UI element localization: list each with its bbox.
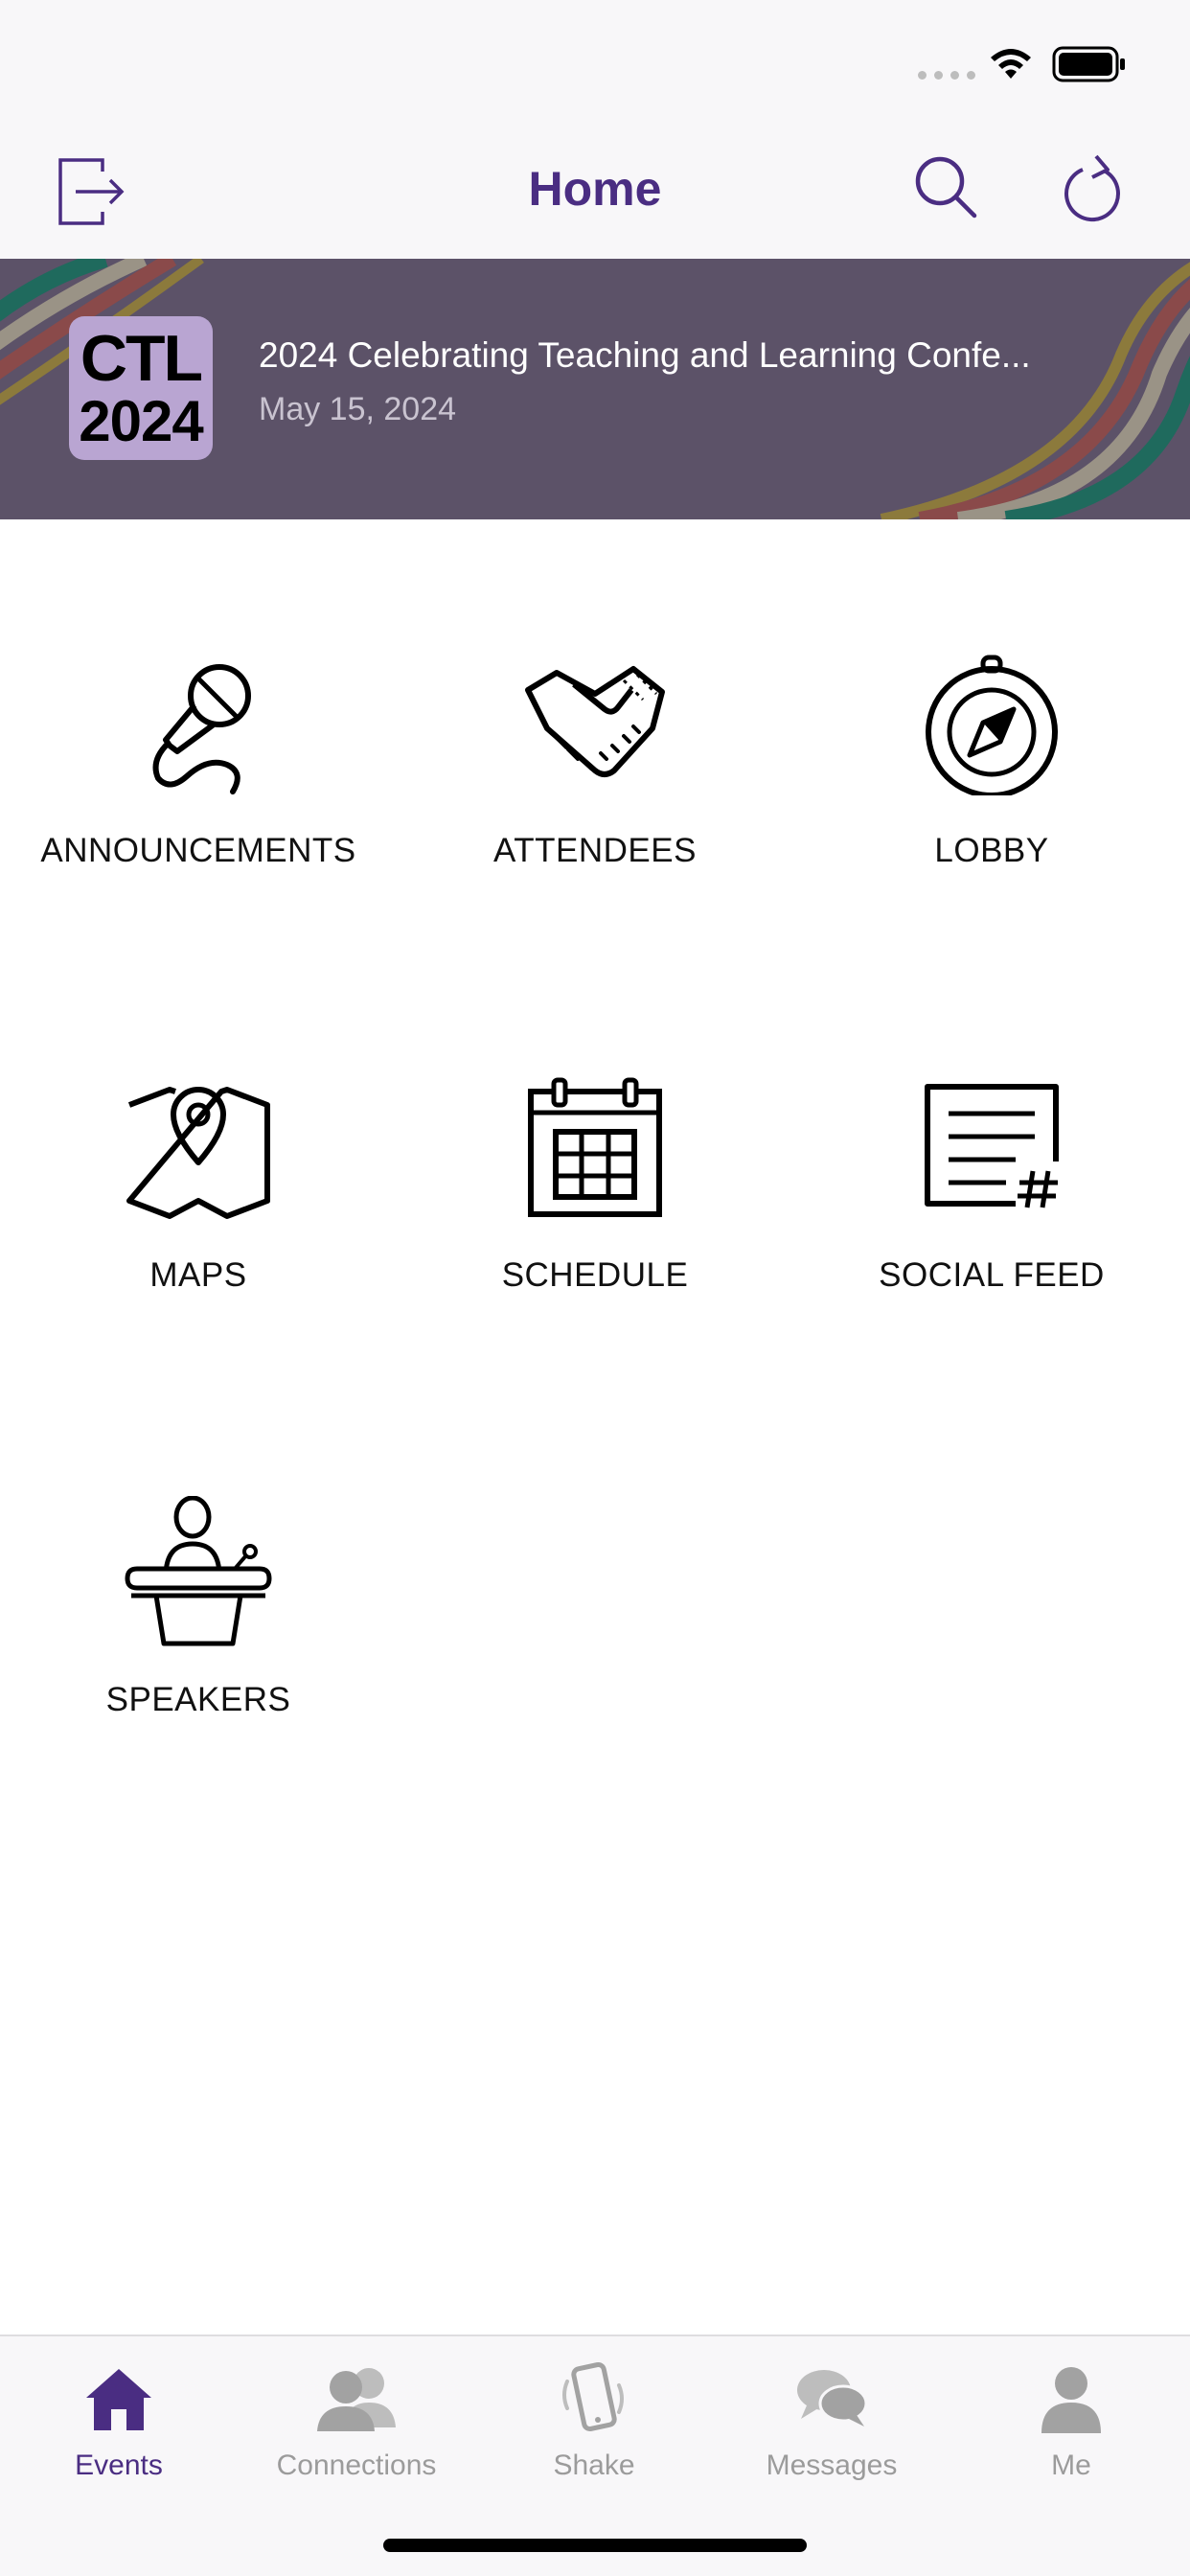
tile-label: SOCIAL FEED xyxy=(879,1256,1105,1294)
chat-bubbles-icon xyxy=(797,2370,868,2426)
page-title: Home xyxy=(528,162,662,216)
tile-social-feed[interactable]: SOCIAL FEED xyxy=(793,1067,1190,1354)
social-feed-icon xyxy=(925,1084,1059,1208)
tile-label: LOBBY xyxy=(934,832,1049,869)
battery-icon xyxy=(1052,46,1125,82)
event-title: 2024 Celebrating Teaching and Learning C… xyxy=(259,335,1031,375)
tile-label: SCHEDULE xyxy=(501,1256,689,1294)
tab-me[interactable]: Me xyxy=(952,2356,1190,2499)
phone-shake-icon xyxy=(562,2362,624,2432)
event-date: May 15, 2024 xyxy=(259,391,457,427)
microphone-icon xyxy=(152,664,251,794)
tile-announcements[interactable]: ANNOUNCEMENTS xyxy=(0,642,397,930)
tile-schedule[interactable]: SCHEDULE xyxy=(397,1067,793,1354)
nav-bar: Home xyxy=(0,126,1190,259)
tile-label: ATTENDEES xyxy=(493,832,697,869)
tab-label: Events xyxy=(75,2450,163,2481)
wifi-icon xyxy=(991,49,1031,79)
event-logo-text-bottom: 2024 xyxy=(79,389,203,453)
tab-events[interactable]: Events xyxy=(0,2356,238,2499)
tab-label: Shake xyxy=(553,2450,635,2481)
refresh-button[interactable] xyxy=(1062,150,1129,226)
event-banner[interactable]: CTL 2024 2024 Celebrating Teaching and L… xyxy=(0,259,1190,519)
calendar-icon xyxy=(528,1077,662,1217)
signal-icon xyxy=(918,71,975,80)
home-indicator xyxy=(383,2539,807,2552)
house-icon xyxy=(86,2369,151,2430)
tab-connections[interactable]: Connections xyxy=(238,2356,475,2499)
tile-attendees[interactable]: ATTENDEES xyxy=(397,642,793,930)
podium-icon xyxy=(125,1496,272,1646)
status-bar xyxy=(0,0,1190,126)
handshake-icon xyxy=(525,666,665,777)
search-icon xyxy=(915,156,977,218)
person-icon xyxy=(1041,2367,1101,2433)
event-logo: CTL 2024 xyxy=(69,316,213,460)
compass-icon xyxy=(926,655,1058,795)
map-pin-icon xyxy=(126,1087,270,1219)
tab-label: Messages xyxy=(766,2450,898,2481)
event-logo-text-top: CTL xyxy=(80,322,203,395)
refresh-icon xyxy=(1064,154,1120,222)
tile-label: ANNOUNCEMENTS xyxy=(40,832,356,869)
tab-label: Connections xyxy=(276,2450,437,2481)
tab-shake[interactable]: Shake xyxy=(475,2356,713,2499)
people-icon xyxy=(317,2368,396,2431)
search-button[interactable] xyxy=(908,150,985,226)
tile-label: MAPS xyxy=(149,1256,247,1294)
tile-speakers[interactable]: SPEAKERS xyxy=(0,1491,397,1779)
tile-label: SPEAKERS xyxy=(105,1681,291,1718)
tile-lobby[interactable]: LOBBY xyxy=(793,642,1190,930)
tab-messages[interactable]: Messages xyxy=(713,2356,950,2499)
tile-maps[interactable]: MAPS xyxy=(0,1067,397,1354)
tab-label: Me xyxy=(1051,2450,1091,2481)
